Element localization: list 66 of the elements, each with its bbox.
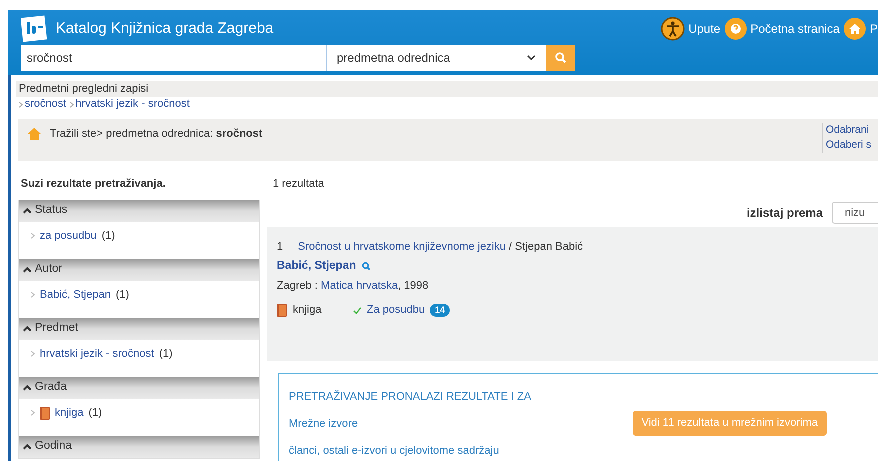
accessibility-icon[interactable] (660, 17, 685, 41)
chevron-right-icon (19, 102, 23, 108)
home-icon[interactable] (844, 18, 866, 40)
facet-header[interactable]: Status (19, 200, 259, 222)
facet-title: Autor (35, 262, 62, 278)
material-type: knjiga (293, 303, 323, 318)
book-icon (40, 406, 50, 420)
author-link[interactable]: Babić, Stjepan (277, 258, 356, 275)
search-field[interactable]: sročnost (21, 45, 326, 71)
facet-link[interactable]: Babić, Stjepan (40, 287, 111, 304)
online-link[interactable]: Mrežne izvore (289, 418, 532, 431)
facet-header[interactable]: Autor (19, 259, 259, 281)
facet-count: (1) (88, 406, 102, 421)
sort-label: izlistaj prema (746, 205, 823, 222)
availability-status: Za posudbu (367, 303, 426, 318)
query-link[interactable]: Odaberi s (826, 138, 878, 153)
facet-title: Građa (35, 380, 67, 396)
facet-title: Godina (35, 439, 72, 454)
header-link[interactable]: P (870, 20, 878, 38)
subject-records-title: Predmetni pregledni zapisi (16, 81, 878, 97)
chevron-up-icon (23, 267, 32, 273)
chevron-right-icon (31, 410, 35, 416)
check-icon (353, 306, 362, 314)
result-title: Sročnost u hrvatskome književnome jeziku / Stjepan Babić (298, 240, 584, 255)
online-heading: PRETRAŽIVANJE PRONALAZI REZULTATE I ZA (289, 391, 532, 404)
online-link[interactable]: članci, ostali e-izvori u cjelovitome sadržaju (289, 445, 532, 458)
facet-link[interactable]: hrvatski jezik - sročnost (40, 346, 154, 362)
chevron-up-icon (23, 208, 32, 214)
chevron-up-icon (23, 385, 32, 391)
facet-count: (1) (159, 347, 173, 362)
subject-link[interactable]: sročnost (25, 96, 67, 113)
header-link[interactable]: Upute (688, 20, 721, 38)
query-text: Tražili ste> predmetna odrednica: sročnost (50, 126, 263, 142)
facet-count: (1) (102, 229, 116, 244)
chevron-up-icon (23, 326, 32, 332)
copies-badge: 14 (430, 304, 450, 317)
publication-line: Zagreb : Matica hrvatska, 1998 (277, 278, 430, 294)
field-select[interactable]: predmetna odrednica (326, 45, 546, 71)
help-icon[interactable] (724, 18, 747, 40)
home-icon (28, 128, 41, 140)
facet-link[interactable]: za posudbu (40, 228, 97, 244)
logo[interactable] (21, 15, 49, 43)
facet-link[interactable]: knjiga (55, 405, 84, 422)
result-number: 1 (277, 240, 284, 255)
facet-header[interactable]: Godina (19, 436, 259, 458)
query-link[interactable]: Odabrani (826, 123, 878, 138)
subject-link[interactable]: hrvatski jezik - sročnost (76, 96, 190, 113)
facet-header[interactable]: Građa (19, 377, 259, 399)
facet-title: Predmet (35, 321, 78, 336)
search-icon[interactable] (362, 262, 372, 271)
chevron-right-icon (31, 351, 35, 358)
facet-count: (1) (116, 288, 130, 303)
chevron-right-icon (70, 102, 74, 108)
facet-header[interactable]: Predmet (19, 318, 259, 340)
facet-title: Status (35, 203, 68, 218)
header-link[interactable]: Početna stranica (750, 20, 840, 38)
book-icon (277, 304, 287, 317)
search-icon (554, 52, 566, 64)
catalog-title: Katalog Knjižnica grada Zagreba (56, 18, 274, 39)
chevron-right-icon (31, 233, 35, 240)
chevron-right-icon (31, 292, 35, 298)
sort-select[interactable]: nizu (832, 202, 878, 224)
result-count: 1 rezultata (272, 176, 326, 192)
chevron-up-icon (23, 444, 32, 450)
chevron-down-icon (527, 55, 536, 61)
facets-title: Suzi rezultate pretraživanja. (20, 176, 167, 192)
